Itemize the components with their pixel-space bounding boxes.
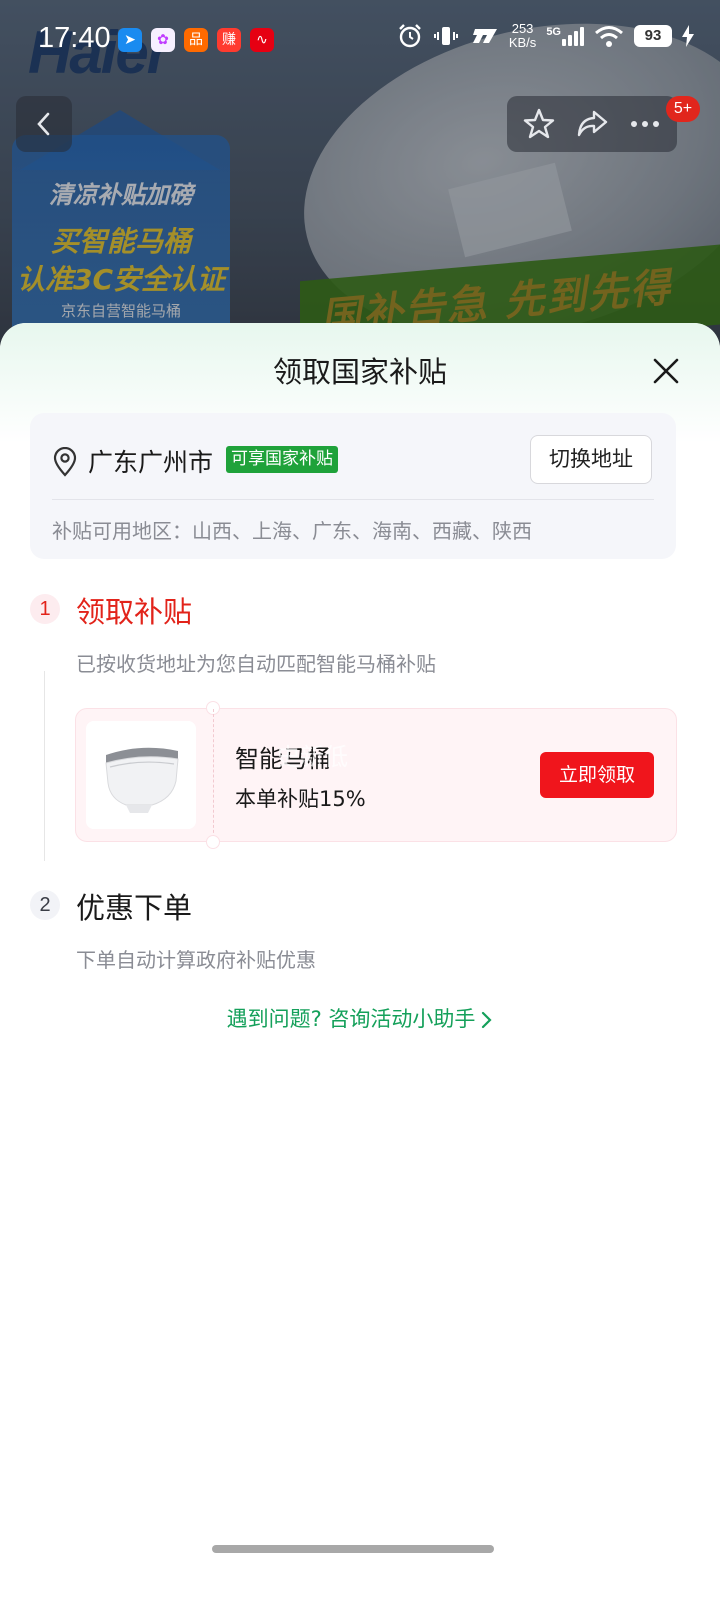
- coupon-notch: [206, 835, 220, 849]
- network-speed: 253 KB/s: [509, 22, 536, 50]
- help-assistant-link[interactable]: 遇到问题? 咨询活动小助手: [0, 1003, 720, 1033]
- notification-app-icons: ➤ ✿ 品 赚 ∿: [118, 28, 274, 52]
- coupon-dashed-divider: [213, 709, 214, 843]
- address-divider: [52, 499, 654, 500]
- address-city: 广东广州市: [88, 448, 214, 477]
- message-badge: 5+: [666, 96, 700, 122]
- app-icon-red-chart: ∿: [250, 28, 274, 52]
- location-pin-icon: [53, 447, 77, 477]
- more-icon: [630, 121, 659, 127]
- signal-bars-icon: [562, 26, 584, 46]
- nav-action-group: [507, 96, 677, 152]
- alarm-icon: [398, 24, 421, 48]
- home-indicator[interactable]: [212, 1545, 494, 1553]
- subsidy-bottom-sheet: 领取国家补贴 广东广州市 可享国家补贴 切换地址 补贴可用地区：山西、上海、广东…: [0, 323, 720, 1600]
- step-2-number: 2: [30, 890, 60, 920]
- subsidy-coupon-card: 智能马桶 史新低 本单补贴15% 立即领取: [75, 701, 677, 849]
- product-thumbnail: [86, 721, 196, 829]
- cellular-signal: 5G: [546, 26, 584, 46]
- switch-address-button[interactable]: 切换地址: [530, 435, 652, 484]
- step-1-description: 已按收货地址为您自动匹配智能马桶补贴: [76, 652, 436, 676]
- share-icon: [577, 110, 608, 137]
- sheet-title: 领取国家补贴: [272, 355, 447, 389]
- network-type: 5G: [546, 26, 561, 38]
- address-card: 广东广州市 可享国家补贴 切换地址 补贴可用地区：山西、上海、广东、海南、西藏、…: [30, 413, 676, 559]
- status-bar: 17:40 ➤ ✿ 品 赚 ∿ 253 KB/s 5G 93: [0, 0, 720, 80]
- step-connector-line: [44, 671, 45, 861]
- step-1-number: 1: [30, 594, 60, 624]
- network-speed-value: 253: [511, 21, 534, 36]
- help-link-label: 遇到问题? 咨询活动小助手: [226, 1007, 476, 1031]
- back-button[interactable]: [16, 96, 72, 152]
- battery-level: 93: [634, 25, 672, 47]
- toilet-product-image: [86, 721, 196, 829]
- app-icon-orange: 品: [184, 28, 208, 52]
- coupon-subsidy-rate: 本单补贴15%: [235, 787, 366, 811]
- step-2-title: 优惠下单: [76, 891, 193, 925]
- favorite-button[interactable]: [521, 106, 557, 142]
- star-icon: [524, 108, 555, 139]
- coupon-product-name: 智能马桶: [235, 745, 331, 773]
- charging-icon: [682, 25, 694, 47]
- network-mode-icon: [472, 29, 497, 43]
- step-1-title: 领取补贴: [76, 595, 193, 629]
- share-button[interactable]: [574, 106, 610, 142]
- wifi-icon: [595, 26, 623, 47]
- status-time: 17:40: [38, 22, 111, 54]
- more-button[interactable]: [627, 106, 663, 142]
- network-speed-unit: KB/s: [508, 35, 537, 50]
- app-icon-purple: ✿: [151, 28, 175, 52]
- close-button[interactable]: [646, 351, 686, 391]
- step-2-description: 下单自动计算政府补贴优惠: [76, 948, 316, 972]
- close-icon: [653, 358, 679, 384]
- chevron-right-icon: [482, 1011, 492, 1029]
- subsidy-regions-text: 补贴可用地区：山西、上海、广东、海南、西藏、陕西: [52, 519, 532, 543]
- app-icon-blue: ➤: [118, 28, 142, 52]
- vibrate-icon: [433, 27, 458, 45]
- subsidy-eligible-badge: 可享国家补贴: [226, 446, 338, 473]
- status-indicators: 253 KB/s 5G 93: [397, 22, 694, 50]
- chevron-left-icon: [37, 112, 50, 136]
- claim-subsidy-button[interactable]: 立即领取: [540, 752, 654, 798]
- app-icon-red: 赚: [217, 28, 241, 52]
